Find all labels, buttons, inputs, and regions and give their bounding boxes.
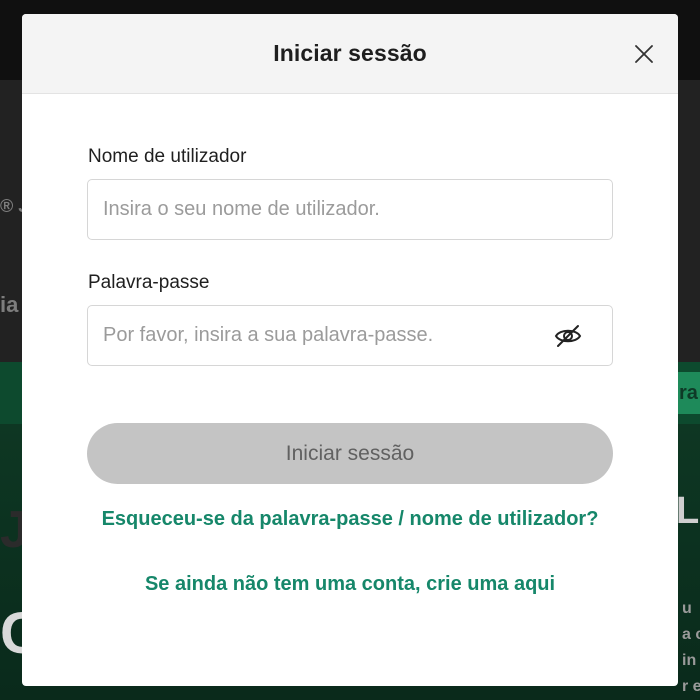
background-text: u a c in r e: [682, 600, 700, 695]
modal-title: Iniciar sessão: [273, 40, 427, 66]
password-input[interactable]: [103, 306, 543, 365]
background-text: ra: [679, 382, 698, 404]
close-icon: [635, 45, 653, 63]
login-button[interactable]: Iniciar sessão: [87, 423, 613, 484]
username-label: Nome de utilizador: [88, 146, 247, 167]
close-button[interactable]: [632, 42, 656, 66]
password-field-box: [87, 305, 613, 366]
eye-off-icon: [554, 325, 582, 347]
modal-header: Iniciar sessão: [22, 14, 678, 94]
background-text: ia: [0, 292, 19, 317]
username-field-box: [87, 179, 613, 240]
background-text: LS: [676, 490, 700, 532]
login-modal: Iniciar sessão Nome de utilizador Palavr…: [22, 14, 678, 686]
forgot-credentials-link[interactable]: Esqueceu-se da palavra-passe / nome de u…: [22, 508, 678, 531]
signup-link[interactable]: Se ainda não tem uma conta, crie uma aqu…: [22, 573, 678, 596]
password-visibility-toggle[interactable]: [554, 323, 582, 349]
username-input[interactable]: [103, 180, 598, 239]
password-label: Palavra-passe: [88, 272, 210, 293]
